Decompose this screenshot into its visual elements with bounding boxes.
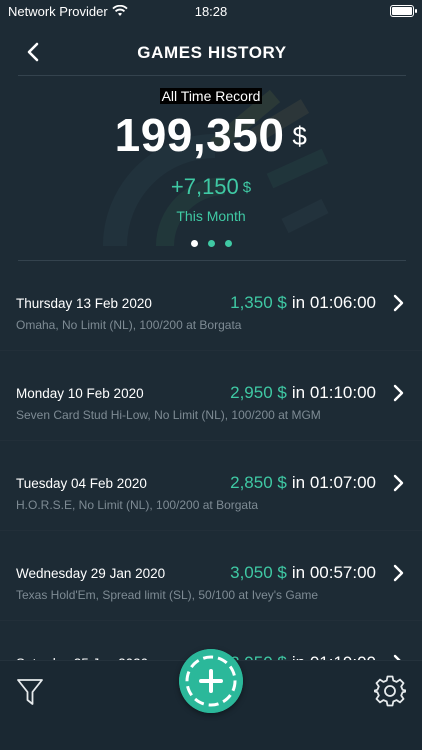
back-button[interactable] bbox=[22, 40, 46, 64]
game-duration-prefix: in bbox=[291, 293, 306, 312]
page-header: GAMES HISTORY bbox=[18, 30, 406, 76]
game-date: Tuesday 04 Feb 2020 bbox=[16, 476, 147, 491]
game-row[interactable]: Wednesday 29 Jan 2020 3,050 $ in 00:57:00… bbox=[0, 531, 422, 621]
status-time: 18:28 bbox=[194, 4, 228, 19]
game-result: 2,950 $ in 01:10:00 bbox=[230, 383, 376, 403]
page-title: GAMES HISTORY bbox=[137, 42, 287, 62]
game-row[interactable]: Thursday 13 Feb 2020 1,350 $ in 01:06:00 … bbox=[0, 261, 422, 351]
all-time-label-text: All Time Record bbox=[159, 88, 263, 104]
game-date: Wednesday 29 Jan 2020 bbox=[16, 566, 166, 581]
game-duration: 01:07:00 bbox=[309, 473, 376, 492]
game-detail: Seven Card Stud Hi-Low, No Limit (NL), 1… bbox=[16, 408, 321, 422]
all-time-label: All Time Record bbox=[0, 88, 422, 106]
chevron-right-icon[interactable] bbox=[392, 473, 406, 493]
page-indicator[interactable] bbox=[0, 240, 422, 247]
add-game-button[interactable] bbox=[179, 649, 243, 713]
game-amount: 3,050 $ bbox=[230, 563, 287, 582]
games-list: Thursday 13 Feb 2020 1,350 $ in 01:06:00 … bbox=[0, 261, 422, 711]
total-currency: $ bbox=[292, 121, 308, 151]
total-amount: 199,350 $ bbox=[0, 108, 422, 162]
game-detail: H.O.R.S.E, No Limit (NL), 100/200 at Bor… bbox=[16, 498, 259, 512]
page-dot[interactable] bbox=[207, 240, 215, 247]
month-change-currency: $ bbox=[242, 179, 252, 196]
game-amount: 2,850 $ bbox=[230, 473, 287, 492]
bottom-toolbar bbox=[0, 649, 422, 750]
game-duration-prefix: in bbox=[291, 473, 306, 492]
game-duration-prefix: in bbox=[291, 383, 306, 402]
game-detail: Omaha, No Limit (NL), 100/200 at Borgata bbox=[16, 318, 242, 332]
chevron-right-icon[interactable] bbox=[392, 293, 406, 313]
game-result: 3,050 $ in 00:57:00 bbox=[230, 563, 376, 583]
filter-icon[interactable] bbox=[16, 677, 44, 707]
month-label: This Month bbox=[176, 208, 246, 224]
game-result: 1,350 $ in 01:06:00 bbox=[230, 293, 376, 313]
game-duration: 00:57:00 bbox=[309, 563, 376, 582]
game-duration: 01:10:00 bbox=[309, 383, 376, 402]
game-duration: 01:06:00 bbox=[309, 293, 376, 312]
game-date: Monday 10 Feb 2020 bbox=[16, 386, 144, 401]
summary-panel[interactable]: All Time Record 199,350 $ +7,150 $ This Mo… bbox=[0, 78, 422, 260]
game-detail: Texas Hold'Em, Spread limit (SL), 50/100… bbox=[16, 588, 319, 602]
game-amount: 2,950 $ bbox=[230, 383, 287, 402]
month-change-value: +7,150 bbox=[170, 174, 239, 199]
game-date: Thursday 13 Feb 2020 bbox=[16, 296, 152, 311]
game-row[interactable]: Monday 10 Feb 2020 2,950 $ in 01:10:00 Se… bbox=[0, 351, 422, 441]
game-row[interactable]: Tuesday 04 Feb 2020 2,850 $ in 01:07:00 H… bbox=[0, 441, 422, 531]
page-dot[interactable] bbox=[224, 240, 232, 247]
month-change: +7,150 $ bbox=[0, 174, 422, 200]
game-result: 2,850 $ in 01:07:00 bbox=[230, 473, 376, 493]
page-dot[interactable] bbox=[190, 240, 198, 247]
chevron-right-icon[interactable] bbox=[392, 383, 406, 403]
game-duration-prefix: in bbox=[291, 563, 306, 582]
gear-icon[interactable] bbox=[374, 675, 406, 707]
chevron-right-icon[interactable] bbox=[392, 563, 406, 583]
total-value: 199,350 bbox=[114, 109, 285, 161]
game-amount: 1,350 $ bbox=[230, 293, 287, 312]
